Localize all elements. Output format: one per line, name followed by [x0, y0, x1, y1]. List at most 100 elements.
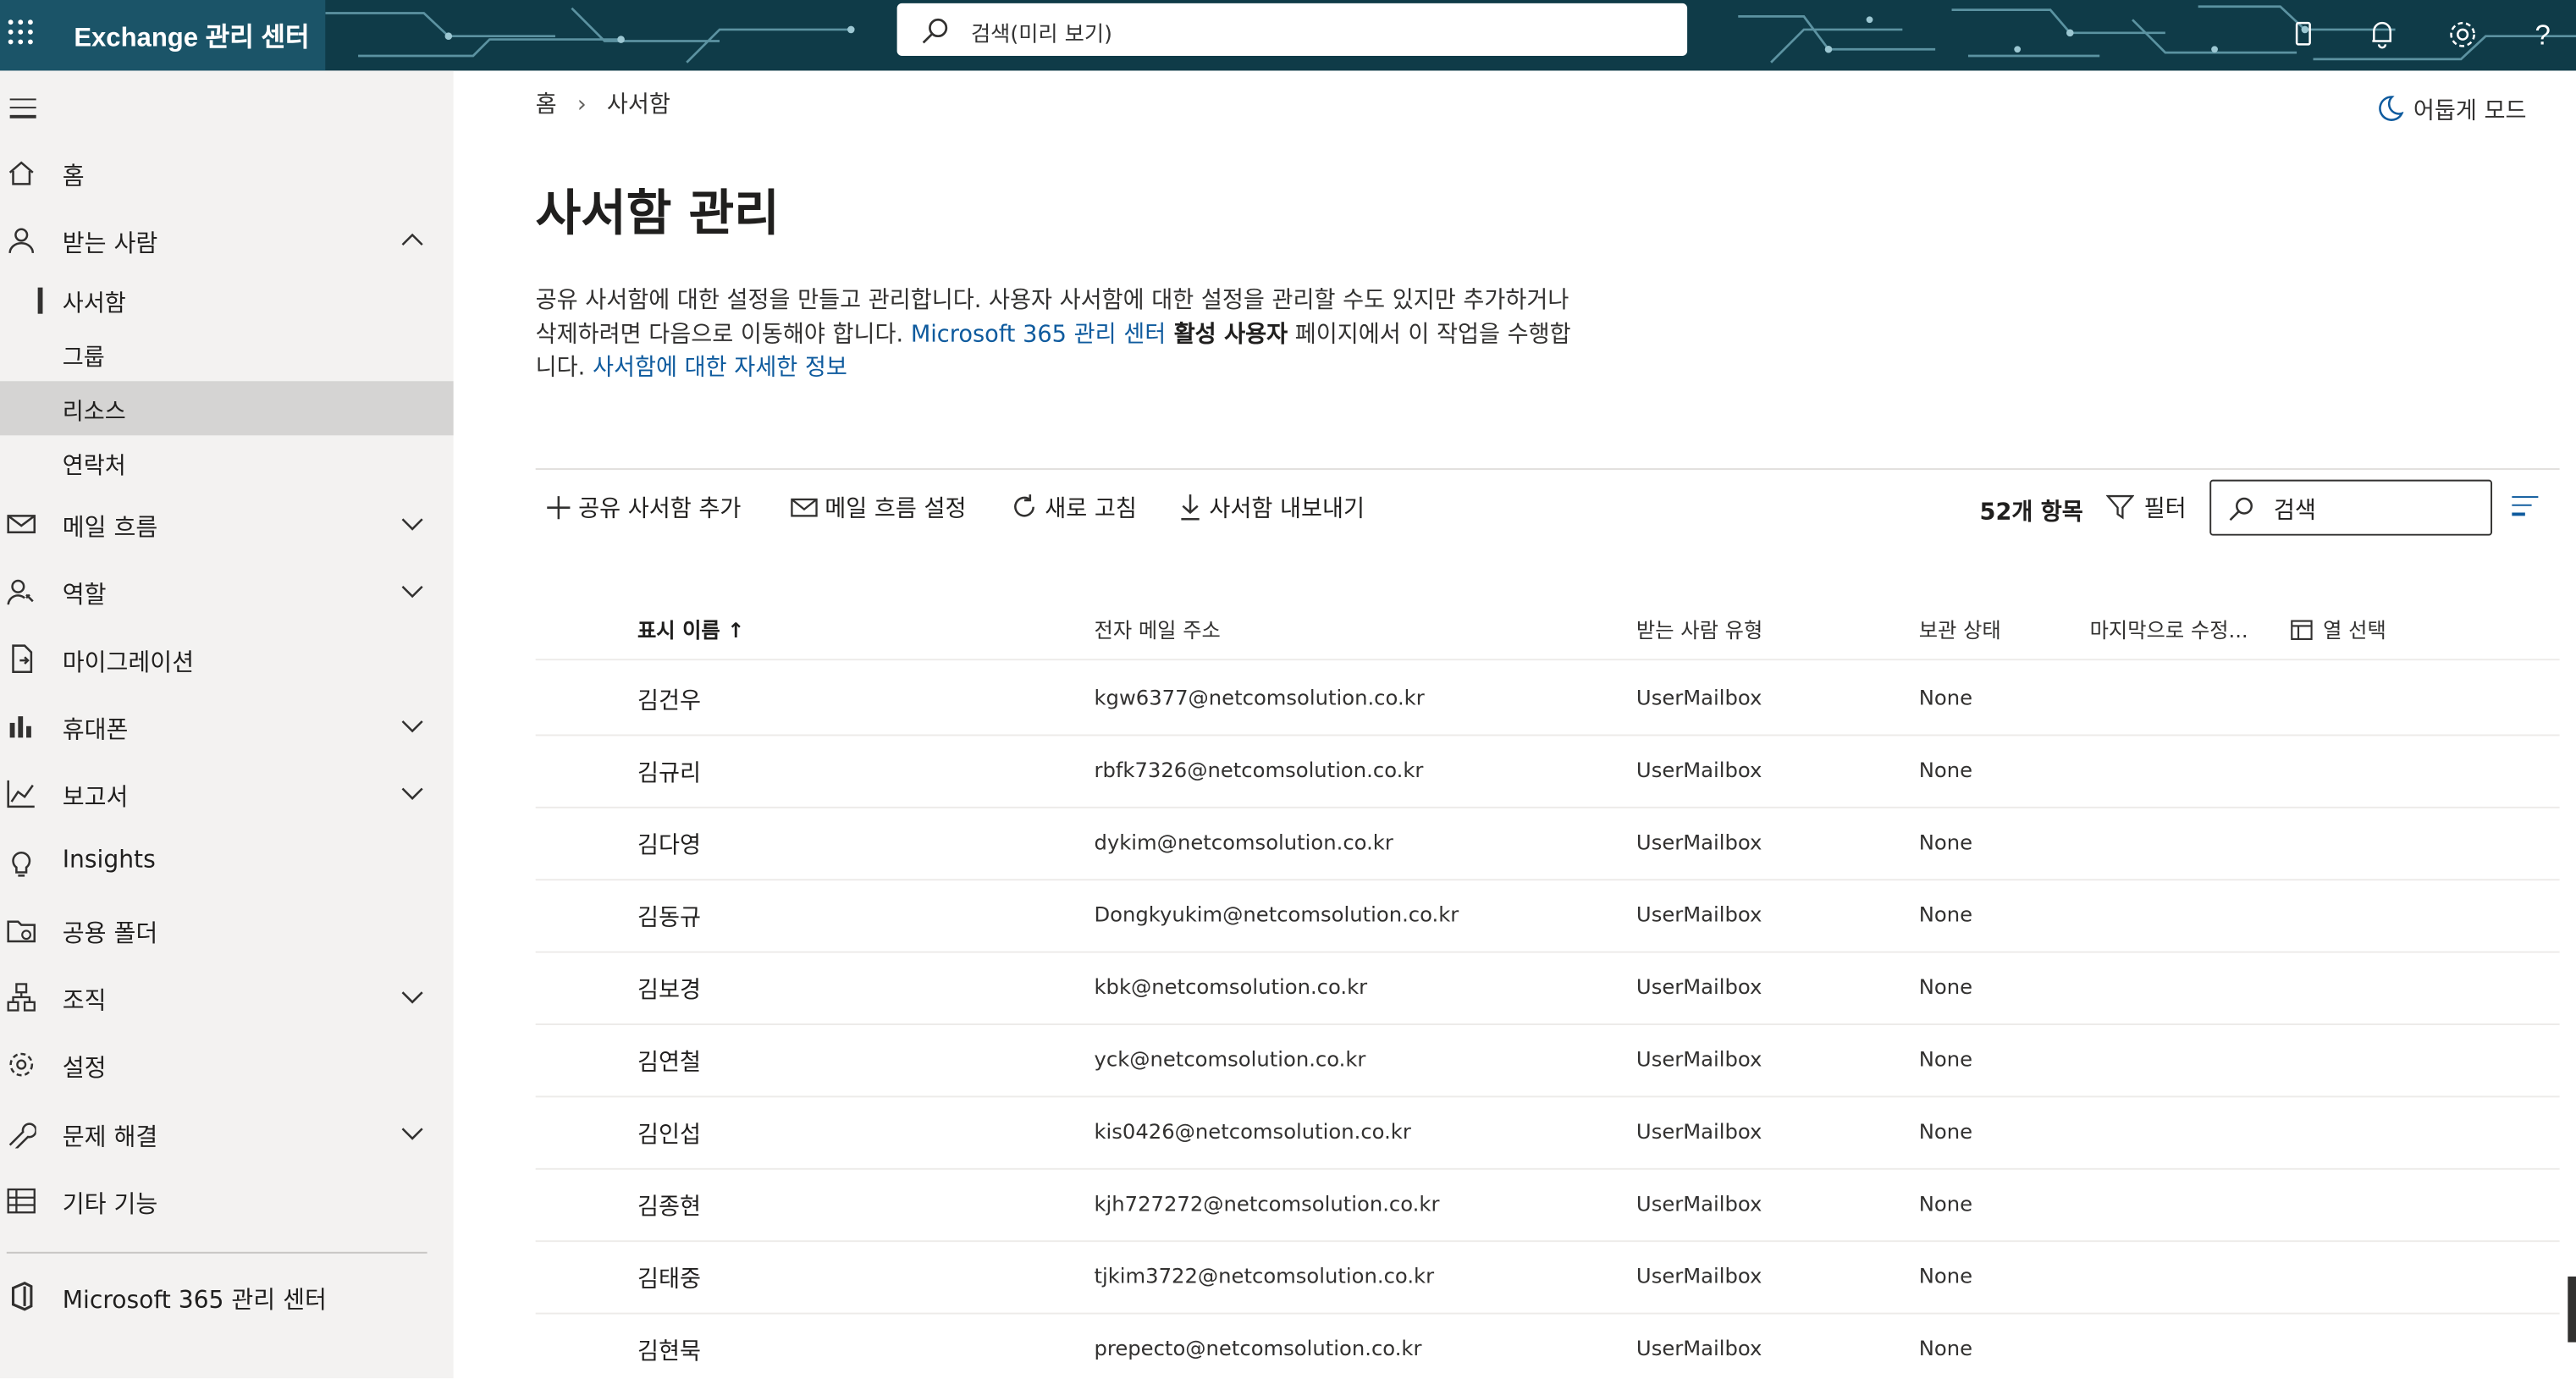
- command-label: 공유 사서함 추가: [578, 496, 742, 523]
- global-search-placeholder: 검색(미리 보기): [970, 23, 1112, 48]
- top-bar: Exchange 관리 센터 검색(미리 보기) ?: [0, 0, 2576, 71]
- global-search-box[interactable]: 검색(미리 보기): [896, 3, 1688, 56]
- lightbulb-icon: [12, 852, 31, 877]
- column-header-archive-status[interactable]: 보관 상태: [1919, 613, 2001, 644]
- mail-flow-settings-button[interactable]: 메일 흐름 설정: [790, 491, 966, 527]
- nav-item-other-features[interactable]: 기타 기능: [0, 1173, 454, 1229]
- nav-item-mail-flow[interactable]: 메일 흐름: [0, 496, 454, 552]
- column-header-recipient-type[interactable]: 받는 사람 유형: [1636, 613, 1762, 644]
- app-title[interactable]: Exchange 관리 센터: [74, 14, 309, 54]
- table-row[interactable]: 김동규 Dongkyukim@netcomsolution.co.kr User…: [535, 879, 2560, 953]
- cell-display-name[interactable]: 김규리: [637, 756, 701, 789]
- cell-email: kgw6377@netcomsolution.co.kr: [1094, 685, 1425, 710]
- gear-icon: [9, 1052, 34, 1077]
- cell-display-name[interactable]: 김다영: [637, 828, 701, 861]
- column-header-last-modified[interactable]: 마지막으로 수정...: [2090, 613, 2248, 644]
- cell-display-name[interactable]: 김보경: [637, 973, 701, 1006]
- roles-icon: [7, 579, 34, 605]
- main-content: 홈 › 사서함 어둡게 모드 사서함 관리 공유 사서함에 대한 설정을 만들고…: [454, 70, 2576, 1378]
- table-row[interactable]: 김건우 kgw6377@netcomsolution.co.kr UserMai…: [535, 662, 2560, 736]
- chevron-down-icon[interactable]: [401, 985, 424, 1008]
- cell-display-name[interactable]: 김현묵: [637, 1334, 701, 1367]
- mailbox-search-input[interactable]: 검색: [2209, 479, 2493, 536]
- export-mailboxes-button[interactable]: 사서함 내보내기: [1178, 491, 1365, 527]
- nav-item-reports[interactable]: 보고서: [0, 765, 454, 821]
- nav-label: Microsoft 365 관리 센터: [62, 1288, 327, 1315]
- chevron-up-icon[interactable]: [401, 229, 424, 251]
- dark-mode-toggle[interactable]: 어둡게 모드: [2375, 94, 2527, 127]
- cell-display-name[interactable]: 김태중: [637, 1261, 701, 1294]
- notification-bell-icon[interactable]: [2364, 16, 2401, 52]
- filter-button[interactable]: 필터: [2105, 491, 2187, 524]
- nav-label: 휴대폰: [62, 718, 129, 745]
- search-placeholder: 검색: [2273, 498, 2316, 525]
- table-row[interactable]: 김인섭 kis0426@netcomsolution.co.kr UserMai…: [535, 1095, 2560, 1170]
- table-row[interactable]: 김현묵 prepecto@netcomsolution.co.kr UserMa…: [536, 1313, 2560, 1379]
- sidebar-item-resources[interactable]: 리소스: [0, 381, 454, 436]
- table-row[interactable]: 김연철 yck@netcomsolution.co.kr UserMailbox…: [535, 1023, 2560, 1098]
- choose-columns-button[interactable]: 열 선택: [2290, 613, 2386, 644]
- nav-item-m365-admin-center[interactable]: Microsoft 365 관리 센터: [0, 1268, 454, 1324]
- settings-gear-icon[interactable]: [2445, 16, 2481, 52]
- chevron-down-icon[interactable]: [401, 782, 424, 805]
- help-icon[interactable]: ?: [2525, 16, 2562, 52]
- search-icon: [922, 18, 948, 44]
- cell-recipient-type: UserMailbox: [1636, 1118, 1762, 1144]
- m365-admin-center-link[interactable]: Microsoft 365 관리 센터: [911, 321, 1166, 347]
- nav-label: 문제 해결: [62, 1125, 158, 1152]
- chevron-down-icon[interactable]: [401, 714, 424, 737]
- vertical-scrollbar[interactable]: [2568, 1276, 2576, 1343]
- nav-label: 설정: [62, 1056, 107, 1083]
- nav-label: 역할: [62, 582, 107, 610]
- nav-item-migration[interactable]: 마이그레이션: [0, 631, 454, 687]
- sidebar-item-mailboxes[interactable]: 사서함: [0, 273, 454, 327]
- table-row[interactable]: 김태중 tjkim3722@netcomsolution.co.kr UserM…: [535, 1240, 2560, 1315]
- cell-display-name[interactable]: 김종현: [637, 1189, 701, 1222]
- nav-item-recipients[interactable]: 받는 사람: [0, 212, 454, 268]
- cell-email: tjkim3722@netcomsolution.co.kr: [1094, 1263, 1435, 1288]
- nav-item-insights[interactable]: Insights: [0, 835, 454, 891]
- chevron-down-icon[interactable]: [401, 580, 424, 603]
- column-header-display-name[interactable]: 표시 이름 ↑: [637, 613, 745, 644]
- nav-item-public-folders[interactable]: 공용 폴더: [0, 902, 454, 957]
- sidebar-item-contacts[interactable]: 연락처: [0, 435, 454, 489]
- chevron-down-icon[interactable]: [401, 1122, 424, 1145]
- chevron-down-icon[interactable]: [401, 512, 424, 535]
- table-row[interactable]: 김보경 kbk@netcomsolution.co.kr UserMailbox…: [535, 952, 2560, 1025]
- view-options-icon[interactable]: [2512, 496, 2539, 521]
- nav-item-settings[interactable]: 설정: [0, 1037, 454, 1093]
- learn-more-link[interactable]: 사서함에 대한 자세한 정보: [593, 355, 847, 381]
- nav-item-roles[interactable]: 역할: [0, 564, 454, 620]
- mobile-icon: [9, 716, 31, 738]
- nav-label: 홈: [62, 164, 85, 191]
- table-row[interactable]: 김종현 kjh727272@netcomsolution.co.kr UserM…: [535, 1168, 2560, 1243]
- add-shared-mailbox-button[interactable]: 공유 사서함 추가: [545, 491, 741, 527]
- breadcrumb-home[interactable]: 홈: [536, 87, 557, 120]
- cell-display-name[interactable]: 김건우: [637, 683, 701, 716]
- nav-label: 보고서: [62, 785, 129, 812]
- cell-display-name[interactable]: 김동규: [637, 901, 701, 934]
- cell-recipient-type: UserMailbox: [1636, 757, 1762, 782]
- cell-email: kbk@netcomsolution.co.kr: [1094, 974, 1368, 999]
- cell-display-name[interactable]: 김연철: [637, 1045, 701, 1078]
- nav-label: 연락처: [62, 453, 126, 480]
- svg-text:?: ?: [2535, 19, 2551, 50]
- refresh-button[interactable]: 새로 고침: [1011, 491, 1137, 527]
- app-launcher-icon[interactable]: [8, 19, 35, 46]
- cell-recipient-type: UserMailbox: [1636, 1191, 1762, 1216]
- table-row[interactable]: 김규리 rbfk7326@netcomsolution.co.kr UserMa…: [535, 734, 2560, 808]
- cell-recipient-type: UserMailbox: [1636, 685, 1762, 710]
- collapse-navigation-icon[interactable]: [9, 98, 36, 124]
- nav-item-home[interactable]: 홈: [0, 145, 454, 201]
- cell-email: prepecto@netcomsolution.co.kr: [1094, 1335, 1422, 1360]
- mobile-device-icon[interactable]: [2286, 16, 2322, 52]
- nav-item-troubleshoot[interactable]: 문제 해결: [0, 1106, 454, 1161]
- table-row[interactable]: 김다영 dykim@netcomsolution.co.kr UserMailb…: [535, 807, 2560, 881]
- nav-item-mobile[interactable]: 휴대폰: [0, 698, 454, 754]
- home-icon: [8, 161, 34, 185]
- sidebar-item-groups[interactable]: 그룹: [0, 327, 454, 381]
- column-header-email[interactable]: 전자 메일 주소: [1095, 613, 1221, 644]
- nav-item-organization[interactable]: 조직: [0, 969, 454, 1025]
- cell-display-name[interactable]: 김인섭: [637, 1117, 701, 1150]
- cell-email: dykim@netcomsolution.co.kr: [1094, 830, 1393, 855]
